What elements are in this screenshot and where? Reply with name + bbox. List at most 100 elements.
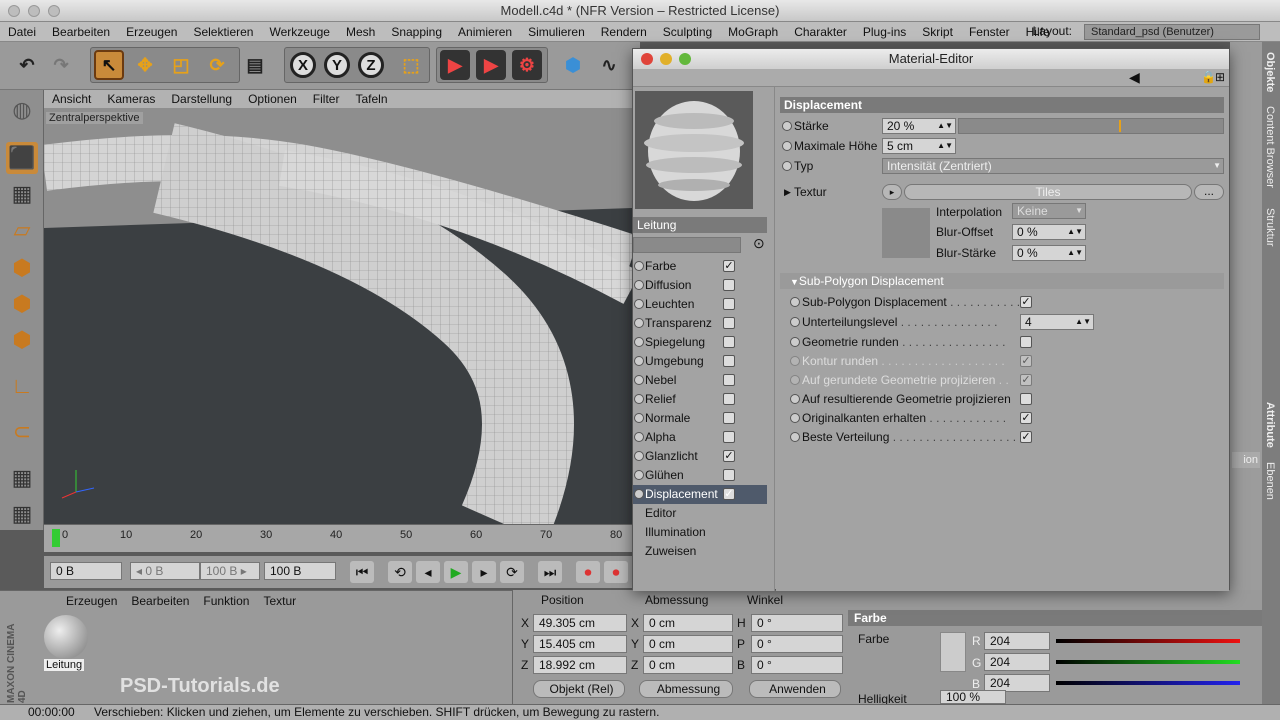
position-x-field[interactable]: 49.305 cm: [533, 614, 627, 632]
tab-objekte[interactable]: Objekte: [1264, 52, 1276, 92]
workplane-lock-icon[interactable]: ▦: [6, 498, 38, 530]
next-key-icon[interactable]: ⟳: [500, 561, 524, 583]
best-distribution-checkbox[interactable]: ✓: [1020, 431, 1032, 443]
sphere-mode-icon[interactable]: ◍: [6, 94, 38, 126]
channel-checkbox[interactable]: [723, 336, 735, 348]
picker-icon[interactable]: ⊙: [753, 235, 765, 252]
autokey-icon[interactable]: ⏺: [604, 561, 628, 583]
points-mode-icon[interactable]: ⬢: [6, 252, 38, 284]
previous-key-icon[interactable]: ⟲: [388, 561, 412, 583]
apply-button[interactable]: Anwenden: [749, 680, 841, 698]
minimize-editor-button[interactable]: [660, 53, 672, 65]
material-name-field[interactable]: [633, 237, 741, 253]
position-y-field[interactable]: 15.405 cm: [533, 635, 627, 653]
render-settings-icon[interactable]: ⚙: [512, 50, 542, 80]
menu-bearbeiten[interactable]: Bearbeiten: [44, 25, 118, 39]
menu-charakter[interactable]: Charakter: [786, 25, 855, 39]
preview-max-field[interactable]: 100 B ▸: [200, 562, 260, 580]
rotation-h-field[interactable]: 0 °: [751, 614, 843, 632]
go-to-end-icon[interactable]: ⏭: [538, 561, 562, 583]
timeline-playhead[interactable]: [52, 529, 60, 547]
axis-mode-icon[interactable]: ∟: [6, 370, 38, 402]
assign-page-link[interactable]: Zuweisen: [645, 544, 696, 558]
channel-checkbox[interactable]: [723, 317, 735, 329]
play-icon[interactable]: ▶: [444, 561, 468, 583]
x-axis-lock-button[interactable]: X: [290, 52, 316, 78]
menu-selektieren[interactable]: Selektieren: [185, 25, 261, 39]
menu-datei[interactable]: Datei: [0, 25, 44, 39]
undo-icon[interactable]: ↶: [12, 50, 42, 80]
menu-fenster[interactable]: Fenster: [961, 25, 1018, 39]
channel-relief[interactable]: Relief: [633, 390, 767, 409]
color-g-slider[interactable]: [1056, 660, 1240, 664]
start-frame-field[interactable]: 0 B: [50, 562, 122, 580]
recent-tool-icon[interactable]: ▤: [240, 50, 270, 80]
redo-icon[interactable]: ↷: [46, 50, 76, 80]
previous-frame-icon[interactable]: ◂: [416, 561, 440, 583]
strength-field[interactable]: 20 % ▲▼: [882, 118, 956, 134]
channel-displacement[interactable]: Displacement ✓: [633, 485, 767, 504]
viewport-menu-optionen[interactable]: Optionen: [240, 92, 305, 106]
channel-checkbox[interactable]: [723, 279, 735, 291]
snap-icon[interactable]: ▦: [6, 462, 38, 494]
channel-checkbox[interactable]: [723, 393, 735, 405]
close-window-button[interactable]: [8, 5, 20, 17]
viewport-menu-ansicht[interactable]: Ansicht: [44, 92, 99, 106]
polygons-mode-icon[interactable]: ⬢: [6, 324, 38, 356]
channel-leuchten[interactable]: Leuchten: [633, 295, 767, 314]
round-geometry-checkbox[interactable]: [1020, 336, 1032, 348]
preview-min-field[interactable]: ◂ 0 B: [130, 562, 200, 580]
color-b-slider[interactable]: [1056, 681, 1240, 685]
menu-snapping[interactable]: Snapping: [383, 25, 450, 39]
magnet-icon[interactable]: ⊂: [6, 416, 38, 448]
blur-offset-field[interactable]: 0 % ▲▼: [1012, 224, 1086, 240]
viewport-menu-filter[interactable]: Filter: [305, 92, 348, 106]
close-editor-button[interactable]: [641, 53, 653, 65]
channel-glanzlicht[interactable]: Glanzlicht ✓: [633, 447, 767, 466]
material-thumbnail-label[interactable]: Leitung: [44, 659, 85, 671]
material-preview[interactable]: [635, 91, 753, 209]
channel-checkbox[interactable]: [723, 431, 735, 443]
matmgr-menu-erzeugen[interactable]: Erzeugen: [66, 594, 117, 608]
lock-icon[interactable]: 🔒: [1201, 70, 1216, 84]
channel-checkbox[interactable]: ✓: [723, 450, 735, 462]
size-z-field[interactable]: 0 cm: [643, 656, 733, 674]
max-height-field[interactable]: 5 cm ▲▼: [882, 138, 956, 154]
layout-select[interactable]: Standard_psd (Benutzer): [1084, 24, 1260, 40]
brightness-field[interactable]: 100 %: [940, 690, 1006, 704]
channel-umgebung[interactable]: Umgebung: [633, 352, 767, 371]
size-y-field[interactable]: 0 cm: [643, 635, 733, 653]
menu-mograph[interactable]: MoGraph: [720, 25, 786, 39]
rotate-icon[interactable]: ⟳: [202, 50, 232, 80]
viewport-menu-darstellung[interactable]: Darstellung: [163, 92, 240, 106]
end-frame-field[interactable]: 100 B: [264, 562, 336, 580]
color-swatch[interactable]: [940, 632, 966, 672]
coordinate-system-icon[interactable]: ⬚: [396, 50, 426, 80]
workplane-mode-icon[interactable]: ▱: [6, 214, 38, 246]
scale-icon[interactable]: ◰: [166, 50, 196, 80]
channel-transparenz[interactable]: Transparenz: [633, 314, 767, 333]
go-to-start-icon[interactable]: ⏮: [350, 561, 374, 583]
model-mode-icon[interactable]: ⬛: [6, 142, 38, 174]
size-mode-select[interactable]: Abmessung: [639, 680, 733, 698]
matmgr-menu-bearbeiten[interactable]: Bearbeiten: [131, 594, 189, 608]
viewport-menu-tafeln[interactable]: Tafeln: [347, 92, 395, 106]
subdivision-level-field[interactable]: 4 ▲▼: [1020, 314, 1094, 330]
channel-diffusion[interactable]: Diffusion: [633, 276, 767, 295]
spline-pen-icon[interactable]: ∿: [594, 50, 624, 80]
material-thumbnail[interactable]: [44, 615, 88, 659]
menu-skript[interactable]: Skript: [914, 25, 961, 39]
channel-checkbox[interactable]: [723, 469, 735, 481]
render-view-icon[interactable]: ▶: [440, 50, 470, 80]
channel-checkbox[interactable]: ✓: [723, 488, 735, 500]
menu-sculpting[interactable]: Sculpting: [655, 25, 720, 39]
3d-viewport[interactable]: Zentralperspektive: [44, 108, 632, 524]
material-name-header[interactable]: Leitung: [633, 217, 767, 233]
move-icon[interactable]: ✥: [130, 50, 160, 80]
render-picture-viewer-icon[interactable]: ▶: [476, 50, 506, 80]
channel-nebel[interactable]: Nebel: [633, 371, 767, 390]
partial-button[interactable]: ion: [1232, 452, 1260, 468]
matmgr-menu-funktion[interactable]: Funktion: [203, 594, 249, 608]
new-window-icon[interactable]: ⊞: [1215, 70, 1225, 84]
type-select[interactable]: Intensität (Zentriert) ▼: [882, 158, 1224, 174]
